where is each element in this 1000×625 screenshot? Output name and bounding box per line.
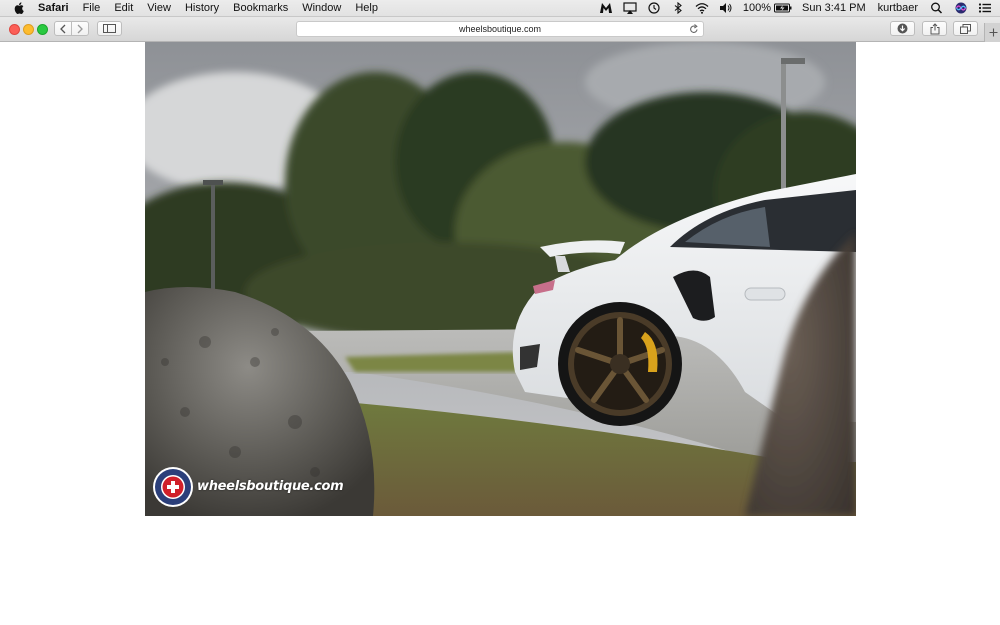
plus-icon [989, 28, 997, 37]
bluetooth-icon[interactable] [671, 1, 685, 15]
airplay-icon[interactable] [623, 2, 637, 14]
forward-button[interactable] [71, 21, 89, 36]
malwarebytes-icon[interactable] [599, 2, 613, 14]
time-machine-icon[interactable] [647, 2, 661, 14]
menu-help[interactable]: Help [355, 2, 378, 14]
menu-history[interactable]: History [185, 2, 219, 14]
menu-bookmarks[interactable]: Bookmarks [233, 2, 288, 14]
siri-icon[interactable] [954, 2, 968, 14]
tabs-overview-icon [960, 23, 971, 34]
window-minimize-button[interactable] [23, 24, 34, 35]
menu-clock[interactable]: Sun 3:41 PM [802, 2, 866, 14]
wheel [558, 302, 682, 426]
window-fullscreen-button[interactable] [37, 24, 48, 35]
notification-center-icon[interactable] [978, 2, 992, 14]
show-all-tabs-button[interactable] [953, 21, 978, 36]
back-button[interactable] [54, 21, 72, 36]
menu-bar-left: Safari File Edit View History Bookmarks … [0, 0, 392, 16]
apple-menu-icon[interactable] [14, 2, 24, 15]
product-photo[interactable]: wheelsboutique.com [145, 42, 856, 516]
battery-percent: 100% [742, 2, 772, 14]
user-account-menu[interactable]: kurtbaer [878, 2, 918, 14]
menu-file[interactable]: File [83, 2, 101, 14]
reload-icon[interactable] [689, 23, 699, 35]
browser-toolbar: wheelsboutique.com [0, 17, 1000, 42]
menu-bar: Safari File Edit View History Bookmarks … [0, 0, 1000, 17]
address-bar[interactable]: wheelsboutique.com [296, 21, 704, 37]
sidebar-toggle-button[interactable] [97, 21, 122, 36]
menu-window[interactable]: Window [302, 2, 341, 14]
image-watermark: wheelsboutique.com [197, 479, 344, 494]
menu-bar-status: 100% Sun 3:41 PM kurtbaer [599, 0, 1000, 16]
new-tab-button[interactable] [984, 23, 1000, 42]
chevron-left-icon [60, 24, 66, 33]
share-button[interactable] [922, 21, 947, 36]
window-close-button[interactable] [9, 24, 20, 35]
page-content: wheelsboutique.com [0, 42, 1000, 625]
hre-logo [153, 467, 193, 507]
battery-charging-icon[interactable] [774, 2, 792, 14]
download-icon [897, 23, 908, 34]
spotlight-search-icon[interactable] [930, 2, 944, 14]
menu-view[interactable]: View [147, 2, 171, 14]
sidebar-icon [103, 24, 116, 33]
share-icon [930, 22, 939, 34]
volume-icon[interactable] [719, 2, 733, 14]
menu-edit[interactable]: Edit [114, 2, 133, 14]
chevron-right-icon [77, 24, 83, 33]
car-wheel-photo [145, 42, 856, 516]
app-menu-safari[interactable]: Safari [38, 2, 69, 14]
address-bar-url: wheelsboutique.com [458, 24, 542, 34]
downloads-button[interactable] [890, 21, 915, 36]
wifi-icon[interactable] [695, 2, 709, 14]
